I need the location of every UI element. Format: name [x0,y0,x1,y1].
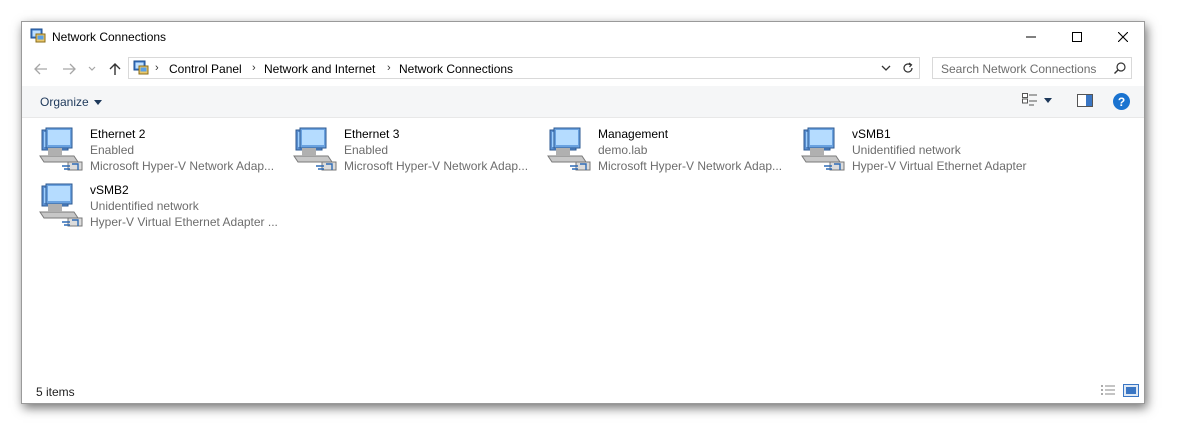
refresh-icon [903,62,913,73]
connection-device: Microsoft Hyper-V Network Adap... [598,159,783,173]
connection-item[interactable]: Ethernet 2 Enabled Microsoft Hyper-V Netwo… [38,126,288,180]
organize-menu-button[interactable]: Organize [40,95,102,109]
chevron-right-icon[interactable]: › [387,62,391,74]
maximize-button[interactable] [1054,22,1100,52]
connection-device: Microsoft Hyper-V Network Adap... [90,159,275,173]
minimize-button[interactable] [1008,22,1054,52]
chevron-right-icon[interactable]: › [252,62,256,74]
back-arrow-icon [34,63,47,75]
connection-item[interactable]: Management demo.lab Microsoft Hyper-V Netw… [546,126,796,180]
breadcrumb-control-panel[interactable]: Control Panel [169,62,242,76]
network-adapter-icon [801,127,845,171]
window-title: Network Connections [52,30,167,44]
network-adapter-icon [293,127,337,171]
forward-arrow-icon [63,63,76,75]
connection-name: Management [598,127,669,141]
connections-view: Ethernet 2 Enabled Microsoft Hyper-V Netwo… [22,118,1144,374]
chevron-down-icon [88,66,96,71]
caret-down-icon [93,99,102,105]
connection-name: vSMB2 [90,183,129,197]
connection-name: vSMB1 [852,127,891,141]
address-bar[interactable]: › Control Panel › Network and Internet ›… [128,57,920,79]
item-count: 5 items [36,385,75,399]
network-adapter-icon [547,127,591,171]
chevron-right-icon[interactable]: › [155,62,159,74]
refresh-button[interactable] [898,60,917,76]
back-button[interactable] [32,57,50,81]
address-dropdown-button[interactable] [879,61,893,75]
connection-status: demo.lab [598,143,648,157]
connection-name: Ethernet 3 [344,127,400,141]
connection-device: Microsoft Hyper-V Network Adap... [344,159,529,173]
organize-label: Organize [40,95,89,109]
breadcrumb-network-connections[interactable]: Network Connections [399,62,513,76]
network-connections-icon [30,28,46,43]
connection-name: Ethernet 2 [90,127,146,141]
network-adapter-icon [39,127,83,171]
close-icon [1118,32,1128,42]
search-icon[interactable] [1113,61,1127,75]
details-view-icon[interactable] [1100,384,1116,398]
title-bar: Network Connections [22,22,1144,52]
connection-device: Hyper-V Virtual Ethernet Adapter [852,159,1027,173]
forward-button[interactable] [60,57,78,81]
recent-locations-button[interactable] [86,57,98,81]
connection-item[interactable]: vSMB1 Unidentified network Hyper-V Virtual… [800,126,1050,180]
explorer-window: Network Connections › Control Panel › Ne… [21,21,1145,404]
navigation-row: › Control Panel › Network and Internet ›… [22,57,1144,81]
large-icons-view-icon[interactable] [1123,384,1139,398]
connection-item[interactable]: vSMB2 Unidentified network Hyper-V Virtual… [38,182,288,236]
connection-status: Unidentified network [90,199,199,213]
network-connections-icon [133,60,149,75]
network-adapter-icon [39,183,83,227]
connection-status: Unidentified network [852,143,961,157]
preview-pane-icon[interactable] [1077,94,1093,108]
maximize-icon [1072,32,1082,42]
command-bar: Organize ? [22,86,1144,118]
up-arrow-icon [109,63,121,75]
minimize-icon [1026,36,1036,38]
up-button[interactable] [106,57,124,81]
connection-status: Enabled [344,143,389,157]
connection-device: Hyper-V Virtual Ethernet Adapter ... [90,215,278,229]
caret-down-icon [1044,97,1052,103]
close-button[interactable] [1100,22,1146,52]
status-bar: 5 items [22,379,1144,403]
search-input[interactable]: Search Network Connections [941,62,1096,76]
change-view-button[interactable] [1022,93,1052,107]
search-box[interactable]: Search Network Connections [932,57,1132,79]
breadcrumb-network-and-internet[interactable]: Network and Internet [264,62,375,76]
connection-status: Enabled [90,143,135,157]
connection-item[interactable]: Ethernet 3 Enabled Microsoft Hyper-V Netwo… [292,126,542,180]
details-view-icon [1022,93,1037,106]
chevron-down-icon [881,65,891,71]
help-icon[interactable]: ? [1113,93,1130,110]
